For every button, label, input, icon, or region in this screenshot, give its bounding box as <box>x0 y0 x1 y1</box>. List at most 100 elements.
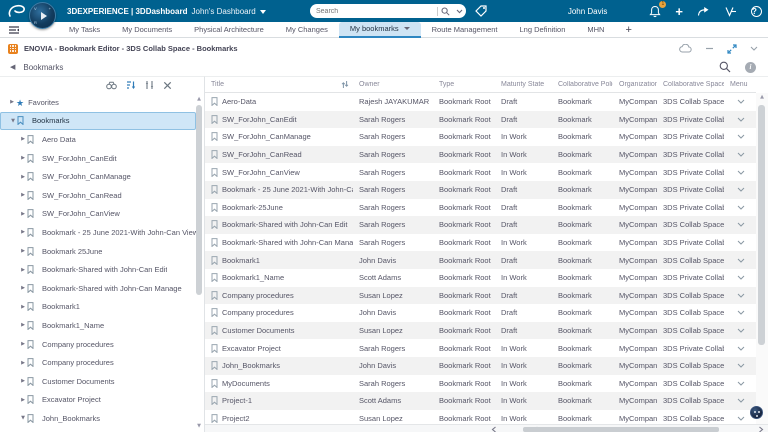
table-row[interactable]: SW_ForJohn_CanEdit Sarah Rogers Bookmark R… <box>205 110 756 129</box>
breadcrumb[interactable]: Bookmarks <box>23 63 63 72</box>
cell-menu[interactable] <box>724 381 752 386</box>
cell-menu[interactable] <box>724 187 752 192</box>
collapsed-arrow-icon[interactable]: ▶ <box>19 248 27 254</box>
row-menu-chevron-icon[interactable] <box>737 381 745 386</box>
tab-menu-chevron-icon[interactable] <box>403 27 410 30</box>
tab-my-documents[interactable]: My Documents <box>111 22 183 38</box>
tree-item-sw-forjohn-canedit[interactable]: ▶ SW_ForJohn_CanEdit <box>0 149 196 168</box>
cell-menu[interactable] <box>724 152 752 157</box>
cell-menu[interactable] <box>724 240 752 245</box>
row-menu-chevron-icon[interactable] <box>737 170 745 175</box>
cell-menu[interactable] <box>724 310 752 316</box>
tree-item-sw-forjohn-canmanage[interactable]: ▶ SW_ForJohn_CanManage <box>0 167 196 186</box>
add-tab-button[interactable]: + <box>615 24 641 36</box>
collapsed-arrow-icon[interactable]: ▶ <box>19 192 27 198</box>
table-row[interactable]: Company procedures John Davis Bookmark Roo… <box>205 304 756 322</box>
tree-item-bookmark-25june[interactable]: ▶ Bookmark 25June <box>0 242 196 261</box>
column-header-maturity-state[interactable]: Maturity State <box>495 81 552 88</box>
table-row[interactable]: Aero-Data Rajesh JAYAKUMAR Bookmark Root Dr… <box>205 93 756 111</box>
expand-icon[interactable] <box>727 43 737 54</box>
row-menu-chevron-icon[interactable] <box>737 205 745 210</box>
table-row[interactable]: Excavator Project Sarah Rogers Bookmark Ro… <box>205 339 756 357</box>
widget-menu-chevron-icon[interactable] <box>750 46 758 51</box>
collapsed-arrow-icon[interactable]: ▶ <box>19 229 27 235</box>
tab-my-tasks[interactable]: My Tasks <box>58 22 111 38</box>
cloud-icon[interactable] <box>679 44 692 53</box>
tab-my-changes[interactable]: My Changes <box>275 22 339 38</box>
search-icon[interactable] <box>441 7 450 16</box>
tag-icon[interactable] <box>474 4 488 18</box>
cell-menu[interactable] <box>724 293 752 298</box>
collapsed-arrow-icon[interactable]: ▶ <box>19 378 27 384</box>
row-menu-chevron-icon[interactable] <box>737 222 745 228</box>
cell-menu[interactable] <box>724 99 752 105</box>
collapsed-arrow-icon[interactable]: ▶ <box>19 174 27 180</box>
table-row[interactable]: Bookmark-Shared with John-Can Edit Sarah … <box>205 216 756 234</box>
table-row[interactable]: SW_ForJohn_CanRead Sarah Rogers Bookmark R… <box>205 145 756 164</box>
collapsed-arrow-icon[interactable]: ▶ <box>19 341 27 347</box>
tree-scrollbar[interactable]: ▲ ▼ <box>195 95 203 430</box>
row-menu-chevron-icon[interactable] <box>737 275 745 280</box>
collapsed-arrow-icon[interactable]: ▶ <box>19 304 27 310</box>
dashboard-menu-caret-icon[interactable] <box>259 9 266 14</box>
table-row[interactable]: SW_ForJohn_CanView Sarah Rogers Bookmark R… <box>205 163 756 181</box>
tree-item-aero-data[interactable]: ▶ Aero Data <box>0 130 196 149</box>
row-menu-chevron-icon[interactable] <box>737 187 745 192</box>
global-search-input[interactable] <box>310 7 437 15</box>
tree-item-sw-forjohn-canview[interactable]: ▶ SW_ForJohn_CanView <box>0 205 196 224</box>
3d-compass-icon[interactable]: V + R <box>29 2 56 29</box>
hscroll-thumb[interactable] <box>523 426 719 432</box>
tab-my-bookmarks[interactable]: My bookmarks <box>338 21 421 38</box>
column-header-owner[interactable]: Owner <box>353 81 433 88</box>
cell-menu[interactable] <box>724 222 752 228</box>
expanded-arrow-icon[interactable]: ▼ <box>9 118 17 124</box>
share-button[interactable] <box>697 6 710 17</box>
table-row[interactable]: John_Bookmarks John Davis Bookmark Root In … <box>205 356 756 375</box>
row-menu-chevron-icon[interactable] <box>737 99 745 105</box>
table-row[interactable]: Customer Documents Susan Lopez Bookmark Ro… <box>205 321 756 340</box>
help-button[interactable]: ? <box>751 5 762 17</box>
assistant-bot-button[interactable] <box>750 406 763 419</box>
tab-route-management[interactable]: Route Management <box>421 22 509 38</box>
tree-item-excavator-project[interactable]: ▶ Excavator Project <box>0 391 196 410</box>
row-menu-chevron-icon[interactable] <box>737 293 745 298</box>
table-row[interactable]: MyDocuments Sarah Rogers Bookmark Root In W… <box>205 375 756 393</box>
row-menu-chevron-icon[interactable] <box>737 117 745 122</box>
minimize-icon[interactable] <box>705 44 714 53</box>
cell-menu[interactable] <box>724 117 752 122</box>
table-vertical-scrollbar[interactable]: ▲ <box>756 93 768 424</box>
row-menu-chevron-icon[interactable] <box>737 328 745 333</box>
table-scroll-up-icon[interactable]: ▲ <box>758 93 766 101</box>
tree-item-bookmark-shared-with-john-can-manage[interactable]: ▶ Bookmark-Shared with John-Can Manage <box>0 279 196 298</box>
row-menu-chevron-icon[interactable] <box>737 240 745 245</box>
collapsed-arrow-icon[interactable]: ▶ <box>19 360 27 366</box>
tree-item-company-procedures[interactable]: ▶ Company procedures <box>0 353 196 372</box>
tree-item-bookmark-25-june-2021-with-john-can-view[interactable]: ▶ Bookmark - 25 June 2021-With John-Can V… <box>0 223 196 242</box>
vplusr-button[interactable] <box>724 6 737 17</box>
tree-item-1[interactable]: ▶1 <box>0 428 196 432</box>
collapsed-arrow-icon[interactable]: ▶ <box>19 211 27 217</box>
table-row[interactable]: Project-1 Scott Adams Bookmark Root In Work… <box>205 392 756 410</box>
cell-menu[interactable] <box>724 275 752 280</box>
column-header-organization[interactable]: Organization <box>613 81 657 88</box>
collapsed-arrow-icon[interactable]: ▶ <box>19 285 27 291</box>
table-search-icon[interactable] <box>719 61 731 73</box>
row-menu-chevron-icon[interactable] <box>737 258 745 263</box>
sort-icon[interactable] <box>126 80 136 90</box>
table-row[interactable]: Company procedures Susan Lopez Bookmark Ro… <box>205 286 756 305</box>
add-content-button[interactable]: + <box>675 5 683 18</box>
row-menu-chevron-icon[interactable] <box>737 398 745 404</box>
page-previous-icon[interactable] <box>491 425 497 432</box>
table-row[interactable]: Bookmark-25June Sarah Rogers Bookmark Root… <box>205 199 756 217</box>
column-header-type[interactable]: Type <box>433 81 495 88</box>
dashboard-name[interactable]: John's Dashboard <box>192 7 256 16</box>
collapsed-arrow-icon[interactable]: ▶ <box>19 136 27 142</box>
table-row[interactable]: SW_ForJohn_CanManage Sarah Rogers Bookmark… <box>205 128 756 146</box>
cell-menu[interactable] <box>724 134 752 140</box>
column-header-collaborative-space[interactable]: Collaborative Space <box>657 81 724 88</box>
cell-menu[interactable] <box>724 346 752 351</box>
cell-menu[interactable] <box>724 363 752 368</box>
notifications-button[interactable]: 1 <box>649 0 667 18</box>
tree-item-company-procedures[interactable]: ▶ Company procedures <box>0 335 196 354</box>
cell-menu[interactable] <box>724 205 752 210</box>
